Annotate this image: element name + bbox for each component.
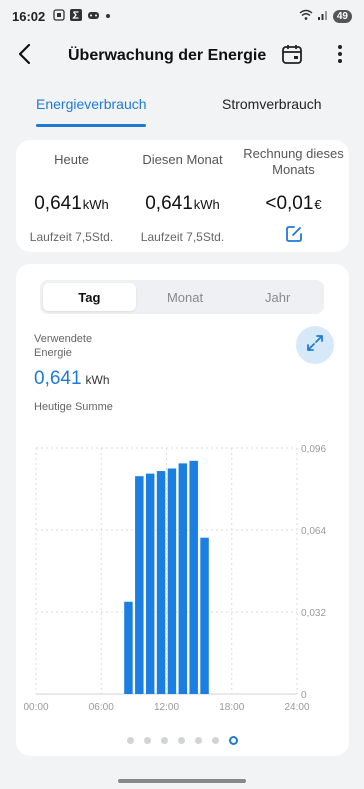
- back-arrow-icon: [17, 43, 31, 70]
- status-right: 49: [299, 9, 352, 24]
- today-value-number: 0,641: [34, 193, 82, 214]
- bill-value-number: <0,01: [265, 193, 314, 214]
- bar: [124, 601, 133, 694]
- bar: [200, 537, 209, 694]
- month-value: 0,641kWh: [127, 193, 238, 215]
- bill-value: <0,01€: [238, 193, 349, 215]
- bar: [135, 476, 144, 694]
- month-value-number: 0,641: [145, 193, 193, 214]
- calendar-icon: [281, 43, 303, 70]
- home-indicator[interactable]: [118, 779, 246, 783]
- today-value: 0,641kWh: [16, 193, 127, 215]
- used-energy-label: Verwendete Energie: [34, 333, 93, 359]
- chart-card: Tag Monat Jahr Verwendete Energie 0,641 k…: [16, 264, 349, 756]
- x-tick-label: 00:00: [23, 702, 48, 713]
- edit-bill-button[interactable]: [284, 225, 304, 248]
- tab-energieverbrauch[interactable]: Energieverbrauch: [36, 96, 147, 112]
- bar: [145, 473, 155, 694]
- summary-month: Diesen Monat 0,641kWh Laufzeit 7,5Std.: [127, 140, 238, 252]
- more-options-button[interactable]: [328, 42, 352, 70]
- summary-today: Heute 0,641kWh Laufzeit 7,5Std.: [16, 140, 127, 252]
- battery-indicator: 49: [332, 9, 352, 23]
- tab-bar: Energieverbrauch Stromverbrauch: [0, 88, 364, 128]
- screenshot-icon: [53, 8, 65, 24]
- more-vertical-icon: [337, 44, 343, 69]
- bar: [167, 468, 177, 694]
- calendar-button[interactable]: [278, 42, 306, 70]
- period-jahr[interactable]: Jahr: [231, 280, 324, 314]
- period-tag[interactable]: Tag: [43, 283, 136, 311]
- page-dot[interactable]: [161, 737, 168, 744]
- status-bar: 16:02 49: [0, 0, 364, 32]
- used-energy-unit: kWh: [85, 373, 110, 387]
- bill-unit: €: [314, 197, 322, 212]
- top-app-bar: Überwachung der Energie: [0, 36, 364, 76]
- used-energy-value: 0,641 kWh: [34, 368, 110, 390]
- signal-icon: [317, 9, 329, 24]
- page-title: Überwachung der Energie: [68, 47, 267, 64]
- back-button[interactable]: [4, 36, 44, 76]
- bar: [178, 463, 188, 694]
- status-time: 16:02: [12, 8, 46, 24]
- edit-icon: [285, 225, 303, 248]
- y-tick-label: 0,064: [301, 526, 326, 537]
- y-tick-label: 0: [301, 690, 307, 701]
- wifi-icon: [299, 9, 313, 24]
- expand-icon: [306, 334, 324, 357]
- today-label: Heute: [54, 152, 89, 167]
- active-tab-indicator: [36, 124, 146, 127]
- used-energy-number: 0,641: [34, 368, 82, 389]
- x-tick-label: 18:00: [219, 702, 244, 713]
- summary-bill: Rechnung dieses Monats <0,01€: [238, 140, 349, 252]
- page-indicator: [16, 736, 349, 745]
- page-dot[interactable]: [144, 737, 151, 744]
- page-dot[interactable]: [127, 737, 134, 744]
- bar: [189, 460, 198, 694]
- expand-chart-button[interactable]: [296, 326, 334, 364]
- dot-icon: [105, 10, 111, 22]
- energy-bar-chart: 0 0,032 0,064 0,096 00:00 06:00 12:00 18:00 24:0…: [23, 444, 326, 713]
- notification-icons: [53, 8, 111, 24]
- page-dot[interactable]: [212, 737, 219, 744]
- bill-label: Rechnung dieses Monats: [243, 146, 344, 177]
- game-icon: [87, 9, 100, 24]
- bar: [156, 471, 166, 694]
- sigma-icon: [70, 8, 83, 24]
- today-sum-caption: Heutige Summe: [34, 401, 113, 413]
- today-unit: kWh: [82, 197, 109, 212]
- x-tick-label: 06:00: [89, 702, 114, 713]
- y-tick-label: 0,096: [301, 444, 326, 455]
- period-selector: Tag Monat Jahr: [40, 280, 324, 314]
- page-dot[interactable]: [195, 737, 202, 744]
- page-dot-active[interactable]: [229, 736, 238, 745]
- page-dot[interactable]: [178, 737, 185, 744]
- month-label: Diesen Monat: [142, 152, 223, 167]
- month-runtime: Laufzeit 7,5Std.: [140, 230, 225, 244]
- period-monat[interactable]: Monat: [139, 280, 232, 314]
- today-runtime: Laufzeit 7,5Std.: [29, 230, 114, 244]
- y-tick-label: 0,032: [301, 608, 326, 619]
- x-tick-label: 24:00: [284, 702, 309, 713]
- x-tick-label: 12:00: [154, 702, 179, 713]
- tab-stromverbrauch[interactable]: Stromverbrauch: [222, 96, 322, 112]
- month-unit: kWh: [193, 197, 220, 212]
- summary-card: Heute 0,641kWh Laufzeit 7,5Std. Diesen M…: [16, 140, 349, 252]
